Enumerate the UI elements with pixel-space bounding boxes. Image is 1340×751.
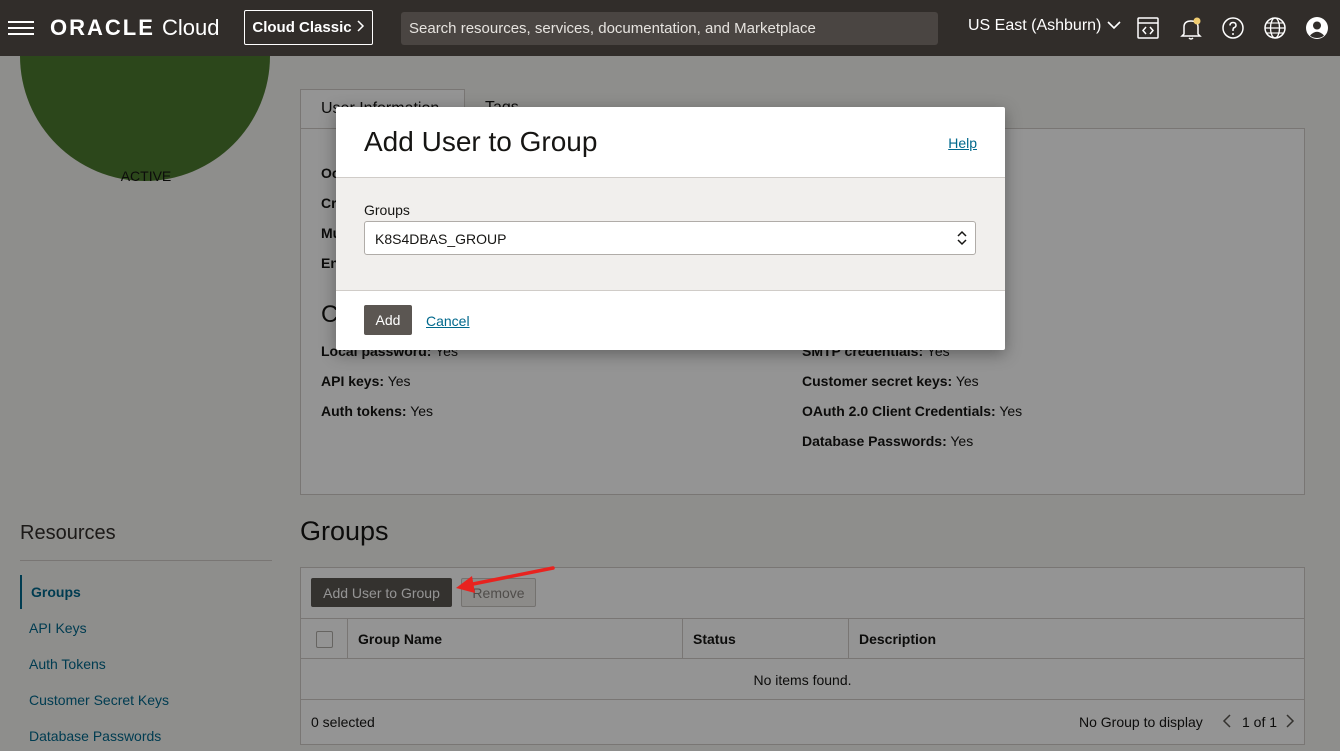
region-label: US East (Ashburn) [968,17,1102,34]
code-editor-icon[interactable] [1134,14,1162,42]
select-arrows-icon [957,229,967,247]
groups-select-value: K8S4DBAS_GROUP [375,231,507,247]
add-user-to-group-dialog: Add User to Group Help Groups K8S4DBAS_G… [336,107,1005,350]
dialog-body: Groups K8S4DBAS_GROUP [336,177,1005,291]
menu-icon[interactable] [8,17,34,39]
cancel-link[interactable]: Cancel [426,313,470,329]
logo-product: Cloud [162,15,220,40]
oracle-cloud-logo[interactable]: ORACLE Cloud [50,15,220,41]
top-navigation-bar: ORACLE Cloud Cloud Classic Search resour… [0,0,1340,56]
groups-field-label: Groups [364,202,410,218]
chevron-right-icon [357,19,365,36]
help-link[interactable]: Help [948,135,977,151]
search-placeholder: Search resources, services, documentatio… [409,20,816,37]
search-input[interactable]: Search resources, services, documentatio… [401,12,938,45]
cloud-classic-button[interactable]: Cloud Classic [244,10,373,45]
region-selector[interactable]: US East (Ashburn) [968,17,1121,35]
annotation-arrow-icon [456,566,555,593]
chevron-down-icon [1107,17,1121,35]
add-button[interactable]: Add [364,305,412,335]
dialog-title: Add User to Group [364,126,598,157]
globe-icon[interactable] [1261,14,1289,42]
help-icon[interactable] [1219,14,1247,42]
groups-select[interactable]: K8S4DBAS_GROUP [364,221,976,255]
bell-icon[interactable] [1177,14,1205,42]
logo-brand: ORACLE [50,15,155,40]
cloud-classic-label: Cloud Classic [252,19,352,36]
profile-icon[interactable] [1303,14,1331,42]
